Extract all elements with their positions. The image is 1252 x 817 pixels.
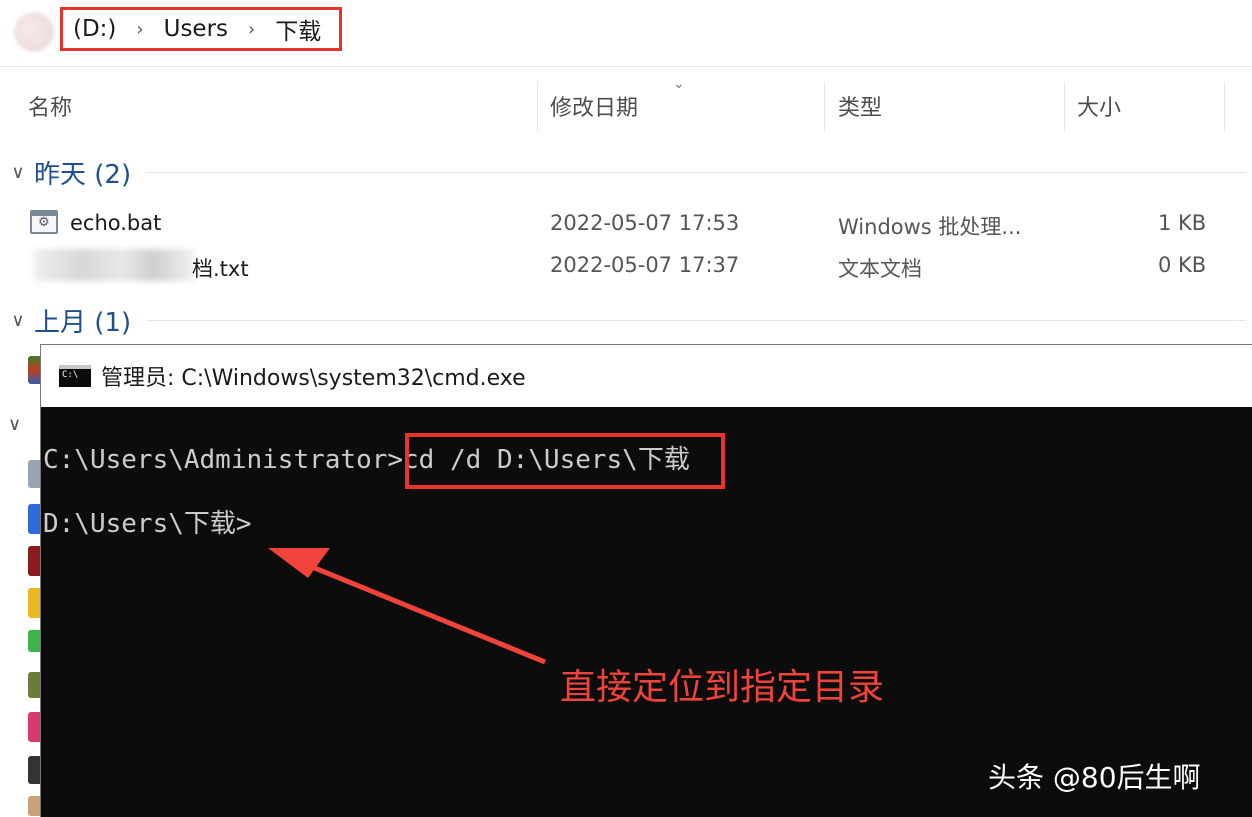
watermark: 头条 @80后生啊 bbox=[988, 761, 1201, 794]
arrow-shaft bbox=[299, 559, 546, 665]
arrow-head bbox=[268, 548, 330, 578]
annotation-text: 直接定位到指定目录 bbox=[560, 667, 885, 708]
